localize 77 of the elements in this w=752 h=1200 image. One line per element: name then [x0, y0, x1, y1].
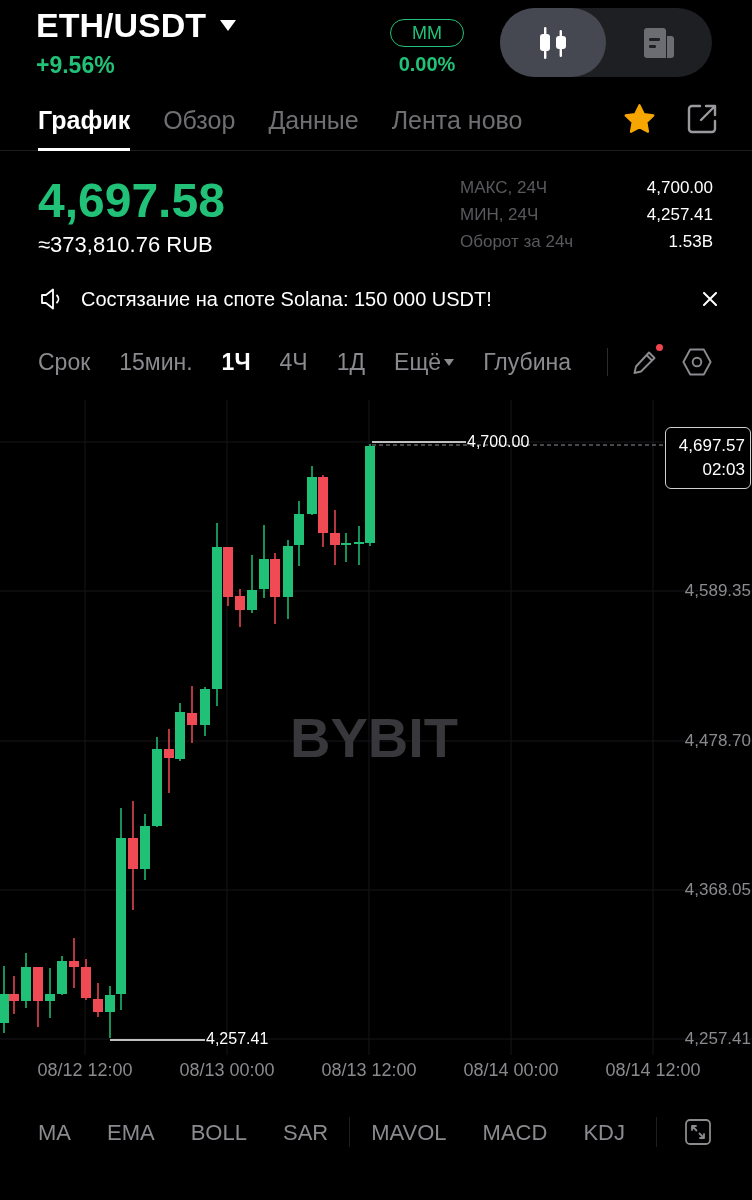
stat-value: 4,257.41 [646, 203, 713, 226]
close-icon[interactable] [703, 292, 717, 306]
timeframe-tab[interactable]: 1Д [336, 344, 366, 380]
falling-candle [223, 547, 233, 606]
settings-icon[interactable] [682, 348, 712, 376]
converted-price: ≈373,810.76 RUB [38, 232, 213, 258]
indicator-tab[interactable]: MAVOL [371, 1115, 447, 1149]
time-axis-label: 08/12 12:00 [36, 1060, 134, 1080]
announcement-text[interactable]: Состязание на споте Solana: 150 000 USDT! [81, 284, 492, 314]
mm-rate: 0.00% [398, 52, 456, 76]
countdown-label: 02:03 [702, 459, 745, 481]
rising-candle [45, 968, 55, 1018]
more-dropdown[interactable]: Ещё [394, 344, 455, 380]
indicator-tab[interactable]: MACD [482, 1115, 548, 1149]
pencil-icon[interactable] [632, 349, 658, 375]
low-price-label: 4,257.41 [206, 1030, 269, 1048]
rising-candle [341, 533, 351, 562]
falling-candle [81, 959, 91, 1000]
rising-candle [21, 953, 31, 1008]
indicator-tab[interactable]: SAR [282, 1115, 329, 1149]
price-axis-label: 4,589.35 [684, 582, 751, 600]
falling-candle [69, 938, 79, 988]
document-icon [644, 27, 674, 58]
timeframe-tab[interactable]: 4Ч [279, 344, 308, 380]
candlestick-icon [538, 26, 568, 59]
time-axis-label: 08/13 00:00 [178, 1060, 276, 1080]
star-icon[interactable] [623, 103, 656, 135]
rising-candle [200, 687, 210, 736]
timeframe-tab[interactable]: 15мин. [119, 344, 193, 380]
time-axis-label: 08/14 00:00 [462, 1060, 560, 1080]
indicator-tab[interactable]: MA [38, 1115, 71, 1149]
price-axis-label: 4,257.41 [684, 1030, 751, 1048]
falling-candle [9, 976, 19, 1014]
rising-candle [0, 966, 9, 1033]
expand-icon[interactable] [685, 1119, 711, 1145]
falling-candle [33, 967, 43, 1027]
time-axis-label: 08/13 12:00 [320, 1060, 418, 1080]
timeframe-tab[interactable]: 1Ч [221, 344, 251, 380]
pair-title[interactable]: ETH/USDT [36, 5, 206, 45]
tab[interactable]: Лента ново [391, 87, 523, 151]
tab[interactable]: График [38, 87, 131, 151]
falling-candle [164, 729, 174, 793]
indicator-tab[interactable]: KDJ [583, 1115, 625, 1149]
falling-candle [318, 475, 328, 547]
stat-label: Оборот за 24ч [460, 230, 574, 253]
timeframe-tab[interactable]: Срок [38, 344, 91, 380]
rising-candle [307, 466, 317, 515]
caret-down-icon [444, 358, 455, 366]
time-axis-label: 08/14 12:00 [604, 1060, 702, 1080]
timeframe-tab[interactable]: Глубина [483, 344, 571, 380]
falling-candle [270, 553, 280, 624]
rising-candle [140, 814, 150, 880]
falling-candle [187, 686, 197, 743]
indicator-tab[interactable]: EMA [107, 1115, 155, 1149]
rising-candle [294, 501, 304, 566]
falling-candle [330, 510, 340, 565]
price-axis-label: 4,478.70 [684, 732, 751, 750]
stat-label: МИН, 24Ч [460, 203, 539, 226]
stat-label: МАКС, 24Ч [460, 176, 548, 199]
caret-down-icon[interactable] [220, 19, 236, 31]
indicator-tab[interactable]: BOLL [190, 1115, 247, 1149]
chart-watermark: BYBIT [290, 710, 458, 766]
falling-candle [93, 983, 103, 1017]
falling-candle [235, 589, 245, 627]
rising-candle [57, 956, 67, 995]
price-axis-label: 4,368.05 [684, 881, 751, 899]
stat-value: 4,700.00 [646, 176, 713, 199]
rising-candle [175, 703, 185, 761]
share-icon[interactable] [686, 103, 718, 135]
tab[interactable]: Данные [268, 87, 359, 151]
last-price: 4,697.58 [38, 177, 225, 225]
stat-value: 1.53B [668, 230, 713, 253]
price-change: +9.56% [36, 52, 115, 78]
last-price-label: 4,697.57 [678, 435, 745, 457]
high-price-label: 4,700.00 [467, 433, 530, 451]
rising-candle [247, 555, 257, 613]
tab[interactable]: Обзор [163, 87, 236, 151]
